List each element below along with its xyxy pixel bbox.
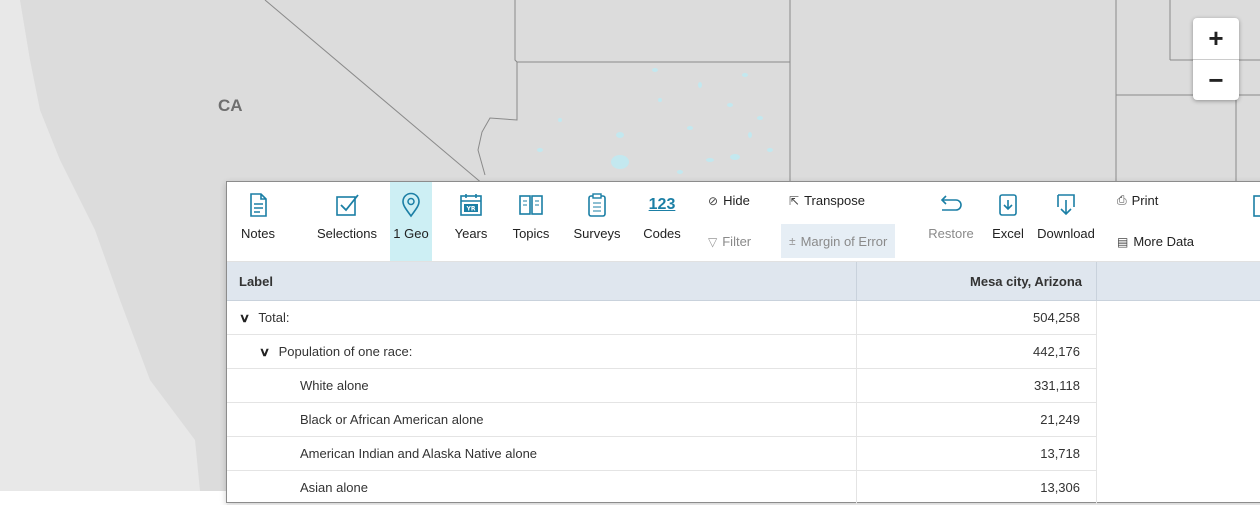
table-header-row: Label Mesa city, Arizona	[227, 262, 1097, 301]
zoom-in-button[interactable]: +	[1193, 18, 1239, 60]
filter-label: Filter	[722, 234, 752, 249]
notes-button[interactable]: Notes	[227, 182, 289, 261]
print-button[interactable]: ⎙ Print	[1117, 193, 1158, 208]
row-value: 13,718	[856, 436, 1097, 471]
location-pin-icon	[402, 192, 420, 218]
margin-of-error-button[interactable]: ± Margin of Error	[781, 224, 896, 258]
transpose-label: Transpose	[804, 193, 865, 208]
column-header-label[interactable]: Label	[227, 262, 857, 301]
excel-label: Excel	[992, 226, 1024, 241]
table-panel: Notes Selections 1 Geo YR Years Topics S…	[226, 181, 1260, 505]
topics-label: Topics	[512, 226, 550, 241]
years-label: Years	[454, 226, 488, 241]
zoom-control: + −	[1193, 18, 1239, 100]
surveys-button[interactable]: Surveys	[567, 182, 627, 261]
hide-label: Hide	[723, 193, 750, 208]
chevron-down-icon[interactable]: ∨	[239, 311, 257, 325]
row-value: 442,176	[856, 334, 1097, 369]
codes-label: Codes	[643, 226, 681, 241]
codes-button[interactable]: 123 Codes	[637, 182, 687, 261]
restore-button[interactable]: Restore	[925, 182, 977, 261]
row-label: Population of one race:	[278, 344, 413, 359]
print-label: Print	[1131, 193, 1159, 208]
download-icon	[1057, 194, 1075, 216]
geo-label: 1 Geo	[393, 226, 429, 241]
book-icon	[519, 195, 543, 215]
geo-button[interactable]: 1 Geo	[390, 182, 432, 261]
filter-icon: ▽	[708, 234, 718, 249]
row-value: 331,118	[856, 368, 1097, 403]
checkbox-icon	[336, 194, 359, 216]
row-label: White alone	[227, 368, 857, 403]
table-row[interactable]: Black or African American alone 21,249	[227, 402, 1097, 437]
row-label: Total:	[258, 310, 290, 325]
row-label: Black or African American alone	[227, 402, 857, 437]
selections-label: Selections	[317, 226, 377, 241]
selections-button[interactable]: Selections	[307, 182, 387, 261]
plus-minus-icon: ±	[789, 234, 796, 248]
table-row[interactable]: Asian alone 13,306	[227, 470, 1097, 505]
row-label: Asian alone	[227, 470, 857, 505]
row-label: American Indian and Alaska Native alone	[227, 436, 857, 471]
overflow-toolbar-button[interactable]	[1247, 182, 1260, 261]
column-header-mesa[interactable]: Mesa city, Arizona	[856, 262, 1097, 301]
row-value: 21,249	[856, 402, 1097, 437]
database-icon: ▤	[1117, 234, 1129, 249]
header-filler	[1097, 262, 1260, 301]
zoom-out-button[interactable]: −	[1193, 60, 1239, 101]
data-table: Label Mesa city, Arizona ∨ Total: 504,25…	[227, 262, 1097, 505]
row-label-cell: ∨ Population of one race:	[227, 334, 857, 369]
years-icon-glyph: YR	[466, 206, 476, 213]
transpose-icon: ⇱	[789, 193, 800, 208]
clipboard-icon	[588, 193, 606, 217]
row-value: 504,258	[856, 300, 1097, 335]
excel-icon	[999, 194, 1017, 216]
table-row[interactable]: American Indian and Alaska Native alone …	[227, 436, 1097, 471]
download-button[interactable]: Download	[1033, 182, 1099, 261]
surveys-label: Surveys	[573, 226, 621, 241]
notes-label: Notes	[241, 226, 275, 241]
printer-icon: ⎙	[1117, 193, 1127, 207]
notes-icon	[250, 193, 267, 217]
chevron-down-icon[interactable]: ∨	[259, 345, 277, 359]
years-button[interactable]: YR Years	[449, 182, 493, 261]
topics-button[interactable]: Topics	[506, 182, 556, 261]
toolbar: Notes Selections 1 Geo YR Years Topics S…	[227, 182, 1260, 262]
table-row[interactable]: ∨ Total: 504,258	[227, 300, 1097, 335]
row-value: 13,306	[856, 470, 1097, 505]
hide-button[interactable]: ⊘ Hide	[708, 193, 750, 208]
table-row[interactable]: White alone 331,118	[227, 368, 1097, 403]
transpose-button[interactable]: ⇱ Transpose	[789, 193, 865, 208]
filter-button[interactable]: ▽ Filter	[708, 234, 751, 249]
eye-slash-icon: ⊘	[708, 193, 719, 208]
table-row[interactable]: ∨ Population of one race: 442,176	[227, 334, 1097, 369]
page-icon	[1253, 195, 1260, 217]
restore-label: Restore	[928, 226, 974, 241]
calendar-icon: YR	[460, 194, 482, 216]
undo-icon	[940, 195, 962, 211]
codes-icon: 123	[648, 196, 676, 213]
map-state-label: CA	[218, 96, 243, 115]
row-label-cell: ∨ Total:	[227, 300, 857, 335]
download-label: Download	[1037, 226, 1095, 241]
excel-button[interactable]: Excel	[987, 182, 1029, 261]
more-data-label: More Data	[1133, 234, 1195, 249]
more-data-button[interactable]: ▤ More Data	[1117, 234, 1194, 249]
margin-of-error-label: Margin of Error	[800, 233, 888, 249]
